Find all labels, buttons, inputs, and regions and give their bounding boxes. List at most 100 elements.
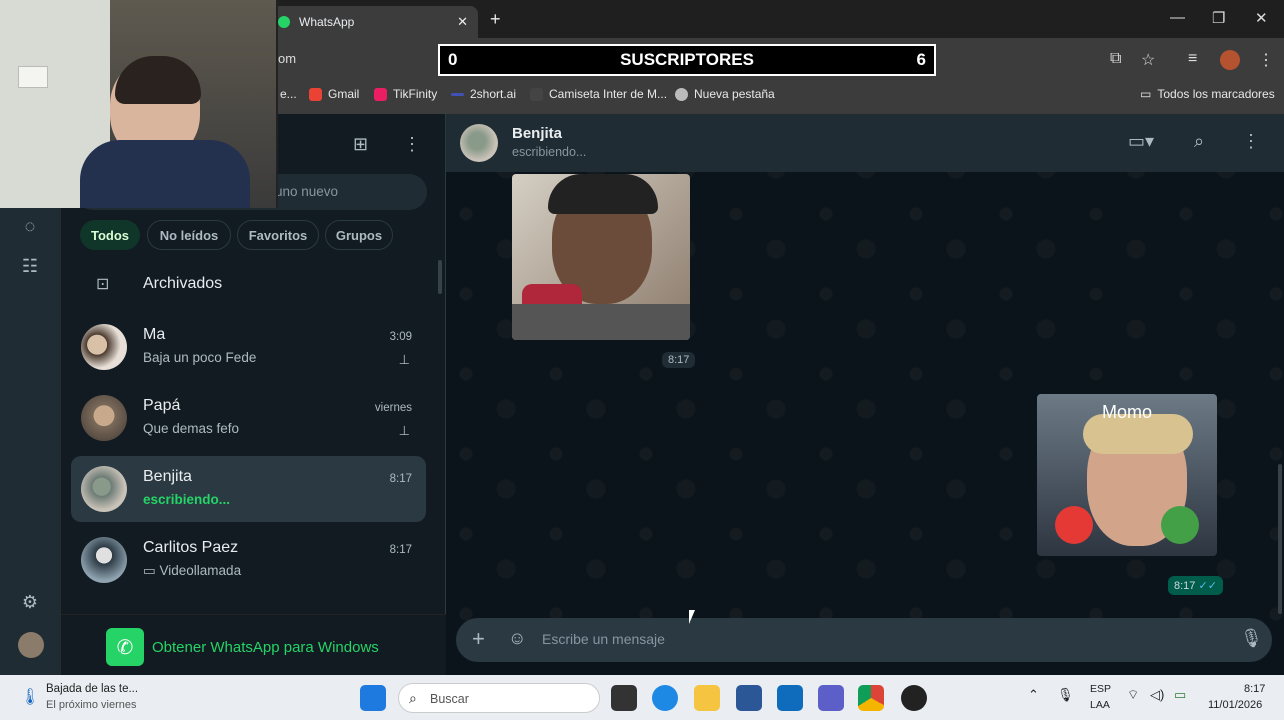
outgoing-image-message[interactable]: Momo [1037,394,1217,556]
new-chat-icon[interactable]: ⊞ [353,134,368,155]
filter-todos[interactable]: Todos [80,220,140,250]
mouse-cursor-icon [689,610,695,624]
incoming-image-message[interactable] [512,174,690,340]
weather-title[interactable]: Bajada de las te... [46,683,138,695]
media-control-icon[interactable]: ≡ [1188,50,1197,68]
whatsapp-favicon-icon [278,16,290,28]
message-input[interactable]: Escribe un mensaje [542,631,665,647]
bookmarks-folder[interactable]: ▭ Todos los marcadores [1140,87,1275,101]
gmail-icon [309,87,322,101]
chrome-icon[interactable] [858,685,884,711]
address-bar[interactable]: om [278,51,296,66]
clock-date: 11/01/2026 [1208,699,1263,711]
pin-icon: ⊥ [398,423,410,438]
bookmark-2short[interactable]: 2short.ai [451,87,516,101]
tab-whatsapp[interactable]: WhatsApp ✕ [270,6,478,38]
maximize-icon[interactable]: ❐ [1212,9,1225,27]
task-view-icon[interactable] [611,685,637,711]
close-tab-icon[interactable]: ✕ [457,14,468,30]
bookmark-truncated[interactable]: e... [280,87,297,101]
attach-plus-icon[interactable]: + [472,626,485,652]
sidebar-menu-icon[interactable]: ⋮ [403,134,421,155]
subscriber-left-count: 0 [448,50,458,69]
bookmark-gmail[interactable]: Gmail [309,87,359,101]
bookmark-nueva-pestana[interactable]: Nueva pestaña [675,87,775,101]
bookmark-tikfinity[interactable]: TikFinity [374,87,437,101]
weather-icon: 🌡 [20,689,41,706]
language-indicator[interactable]: ESP [1090,683,1111,695]
file-explorer-icon[interactable] [694,685,720,711]
browser-menu-icon[interactable]: ⋮ [1258,50,1274,70]
outlook-icon[interactable] [777,685,803,711]
sidebar-scrollbar[interactable] [438,260,442,294]
conversation-panel: 8:17 Momo 8:17 ✓✓ [446,114,1284,675]
contact-avatar[interactable] [460,124,498,162]
edge-icon[interactable] [652,685,678,711]
communities-icon[interactable]: ☷ [18,256,42,280]
start-button-icon[interactable] [360,685,386,711]
teams-icon[interactable] [818,685,844,711]
tray-app-icon[interactable] [901,685,927,711]
filter-no-leidos[interactable]: No leídos [147,220,231,250]
avatar [81,395,127,441]
microphone-icon[interactable]: 🎙 [1240,628,1263,649]
chat-row-ma[interactable]: Ma Baja un poco Fede 3:09 ⊥ [71,314,426,380]
video-call-button[interactable]: ▭▾ [1128,131,1154,152]
weather-sub: El próximo viernes [46,699,137,711]
minimize-icon[interactable]: — [1170,9,1185,26]
search-icon[interactable]: ⌕ [1194,131,1204,152]
video-call-icon: ▭ [143,563,160,578]
bookmark-page-icon [530,87,543,101]
chat-header: Benjita escribiendo... ▭▾ ⌕ ⋮ [446,114,1284,172]
2short-icon [451,92,464,96]
tikfinity-icon [374,87,387,101]
volume-icon[interactable]: ◁) [1150,687,1164,703]
decline-call-icon [1055,506,1093,544]
image-caption-text: Momo [1101,402,1152,422]
avatar [81,324,127,370]
contact-name[interactable]: Benjita [512,125,562,142]
mic-tray-icon[interactable]: 🎙 [1057,687,1074,703]
new-tab-icon[interactable]: + [490,9,501,30]
channels-icon[interactable]: ◌ [18,216,42,240]
sticker-icon[interactable]: ☺ [508,628,526,649]
bookmark-star-icon[interactable]: ☆ [1141,50,1155,70]
clock-time[interactable]: 8:17 [1244,683,1265,695]
show-hidden-icons-icon[interactable]: ⌃ [1028,687,1039,703]
chat-row-papa[interactable]: Papá Que demas fefo viernes ⊥ [71,385,426,451]
archive-icon: ⊡ [96,276,110,293]
chat-row-carlitos-paez[interactable]: Carlitos Paez ▭ Videollamada 8:17 [71,527,426,593]
webcam-overlay [0,0,278,208]
whatsapp-logo-icon: ✆ [106,628,144,666]
chat-menu-icon[interactable]: ⋮ [1242,131,1260,152]
profile-avatar[interactable] [1220,50,1240,70]
globe-icon [675,87,688,101]
tab-title: WhatsApp [299,15,355,29]
chat-row-benjita[interactable]: Benjita escribiendo... 8:17 [71,456,426,522]
avatar [81,466,127,512]
filter-favoritos[interactable]: Favoritos [237,220,319,250]
subscriber-right-count: 6 [916,50,926,69]
read-receipt-icon: ✓✓ [1195,580,1217,592]
archived-row[interactable]: ⊡ Archivados [71,264,426,304]
my-profile-avatar[interactable] [18,632,44,658]
message-composer: + ☺ Escribe un mensaje 🎙 [456,618,1272,662]
filter-grupos[interactable]: Grupos [325,220,393,250]
settings-gear-icon[interactable]: ⚙ [18,592,42,616]
search-icon: ⌕ [409,690,417,706]
close-window-icon[interactable]: ✕ [1255,9,1268,27]
accept-call-icon [1161,506,1199,544]
contact-status: escribiendo... [512,145,587,159]
folder-icon: ▭ [1140,87,1152,101]
bookmark-camiseta[interactable]: Camiseta Inter de M... [530,87,667,101]
taskbar-search[interactable]: ⌕ Buscar [398,683,600,713]
battery-icon[interactable]: ▭ [1174,687,1186,703]
store-icon[interactable] [736,685,762,711]
wifi-icon[interactable]: ⌔ [1127,687,1139,703]
pin-icon: ⊥ [398,352,410,367]
get-whatsapp-windows-link[interactable]: ✆ Obtener WhatsApp para Windows [106,628,379,666]
subscriber-counter-overlay: 0 SUSCRIPTORES 6 [438,44,936,76]
install-app-icon[interactable]: ⧉ [1110,50,1121,68]
avatar [81,537,127,583]
chat-scrollbar[interactable] [1278,464,1282,614]
